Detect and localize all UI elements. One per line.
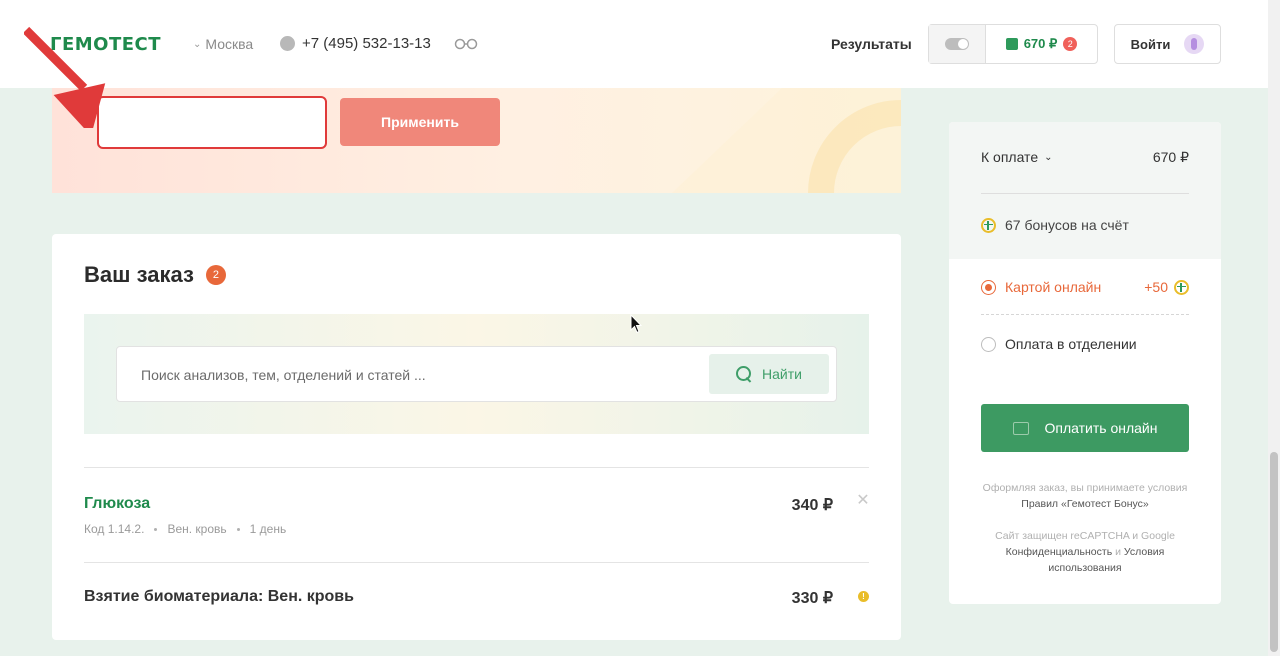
radio-unselected[interactable] (981, 336, 996, 352)
glasses-icon[interactable] (454, 37, 478, 51)
arrow-annotation (24, 26, 106, 128)
payment-sidebar: К оплате ⌄ 670 ₽ 67 бонусов на счёт Карт… (949, 122, 1221, 604)
city-selector[interactable]: ⌄ Москва (193, 36, 253, 52)
order-item-name: Взятие биоматериала: Вен. кровь (84, 588, 354, 605)
mouse-cursor (630, 314, 642, 334)
to-pay-amount: 670 ₽ (1152, 149, 1189, 165)
pay-online-label: Оплатить онлайн (1044, 420, 1158, 436)
payment-option-card[interactable]: Картой онлайн (981, 279, 1101, 295)
item-code: Код 1.14.2. (84, 522, 145, 536)
divider (84, 562, 869, 563)
bonus-text: 67 бонусов на счёт (1005, 217, 1129, 233)
payment-summary: К оплате ⌄ 670 ₽ 67 бонусов на счёт (949, 122, 1221, 259)
order-item-name[interactable]: Глюкоза (84, 495, 150, 513)
separator-dot (236, 527, 240, 531)
plus-circle-icon (1174, 279, 1189, 295)
search-icon (736, 366, 752, 382)
wallet-icon (1012, 421, 1029, 435)
order-item-meta: Код 1.14.2. Вен. кровь 1 день (84, 522, 286, 536)
cart-amount: 670 ₽ (1023, 36, 1058, 51)
privacy-link[interactable]: Конфиденциальность (1006, 546, 1113, 558)
order-title-text: Ваш заказ (84, 262, 194, 287)
toggle-button[interactable] (929, 25, 986, 63)
plus-circle-icon (981, 217, 996, 233)
pay-online-button[interactable]: Оплатить онлайн (981, 404, 1189, 452)
item-material: Вен. кровь (167, 522, 227, 536)
chevron-down-icon: ⌄ (193, 38, 202, 50)
page-scrollbar[interactable] (1268, 0, 1280, 656)
header-actions: 670 ₽ 2 (928, 24, 1098, 64)
to-pay-toggle[interactable]: К оплате ⌄ (981, 149, 1053, 165)
search-placeholder: Поиск анализов, тем, отделений и статей … (141, 367, 426, 383)
cart-count-badge: 2 (1063, 37, 1078, 51)
info-icon[interactable]: ! (858, 591, 869, 602)
apply-button[interactable]: Применить (340, 98, 500, 146)
login-label: Войти (1130, 36, 1171, 52)
toggle-icon (945, 38, 969, 50)
radio-selected[interactable] (981, 279, 996, 295)
dashed-divider (981, 314, 1189, 315)
terms-text: Оформляя заказ, вы принимаете условия (982, 482, 1188, 494)
order-item-price: 340 ₽ (791, 497, 833, 514)
option-card-label: Картой онлайн (1005, 279, 1102, 295)
phone-link[interactable]: +7 (495) 532-13-13 (280, 35, 431, 52)
chevron-down-icon: ⌄ (1044, 151, 1053, 163)
card-bonus: +50 (1144, 279, 1189, 295)
order-card: Ваш заказ 2 Поиск анализов, тем, отделен… (52, 234, 901, 640)
promo-decoration (672, 88, 901, 193)
search-button[interactable]: Найти (709, 354, 829, 394)
terms-link[interactable]: Правил «Гемотест Бонус» (1021, 498, 1148, 510)
search-button-label: Найти (762, 366, 802, 382)
search-panel: Поиск анализов, тем, отделений и статей … (84, 314, 869, 434)
close-icon[interactable]: ✕ (856, 493, 870, 509)
cart-button[interactable]: 670 ₽ 2 (986, 25, 1097, 63)
order-title: Ваш заказ 2 (84, 262, 226, 288)
and-text: и (1115, 546, 1121, 558)
item-time: 1 день (249, 522, 287, 536)
captcha-note: Сайт защищен reCAPTCHA и Google Конфиден… (973, 528, 1197, 576)
promo-code-input[interactable] (97, 96, 327, 149)
phone-number: +7 (495) 532-13-13 (302, 35, 431, 52)
bag-icon (1005, 38, 1018, 50)
phone-icon (280, 36, 295, 51)
scrollbar-thumb[interactable] (1270, 452, 1278, 652)
to-pay-label: К оплате (981, 149, 1039, 165)
search-input[interactable]: Поиск анализов, тем, отделений и статей … (116, 346, 837, 402)
avatar-icon (1184, 34, 1205, 54)
order-count-badge: 2 (205, 265, 226, 285)
separator-dot (154, 527, 158, 531)
divider (84, 467, 869, 468)
order-item-price: 330 ₽ (791, 590, 833, 607)
site-header: ГЕМОТЕСТ ⌄ Москва +7 (495) 532-13-13 Рез… (0, 0, 1268, 88)
captcha-text: Сайт защищен reCAPTCHA и Google (995, 530, 1175, 542)
terms-note: Оформляя заказ, вы принимаете условия Пр… (973, 480, 1197, 512)
card-bonus-value: +50 (1144, 279, 1168, 295)
city-label: Москва (205, 36, 254, 52)
results-link[interactable]: Результаты (831, 36, 912, 52)
option-office-label: Оплата в отделении (1005, 336, 1137, 352)
promo-code-panel: Применить (52, 88, 901, 193)
bonus-info: 67 бонусов на счёт (981, 217, 1129, 233)
divider (981, 193, 1189, 194)
login-button[interactable]: Войти (1114, 24, 1221, 64)
payment-option-office[interactable]: Оплата в отделении (981, 336, 1137, 352)
